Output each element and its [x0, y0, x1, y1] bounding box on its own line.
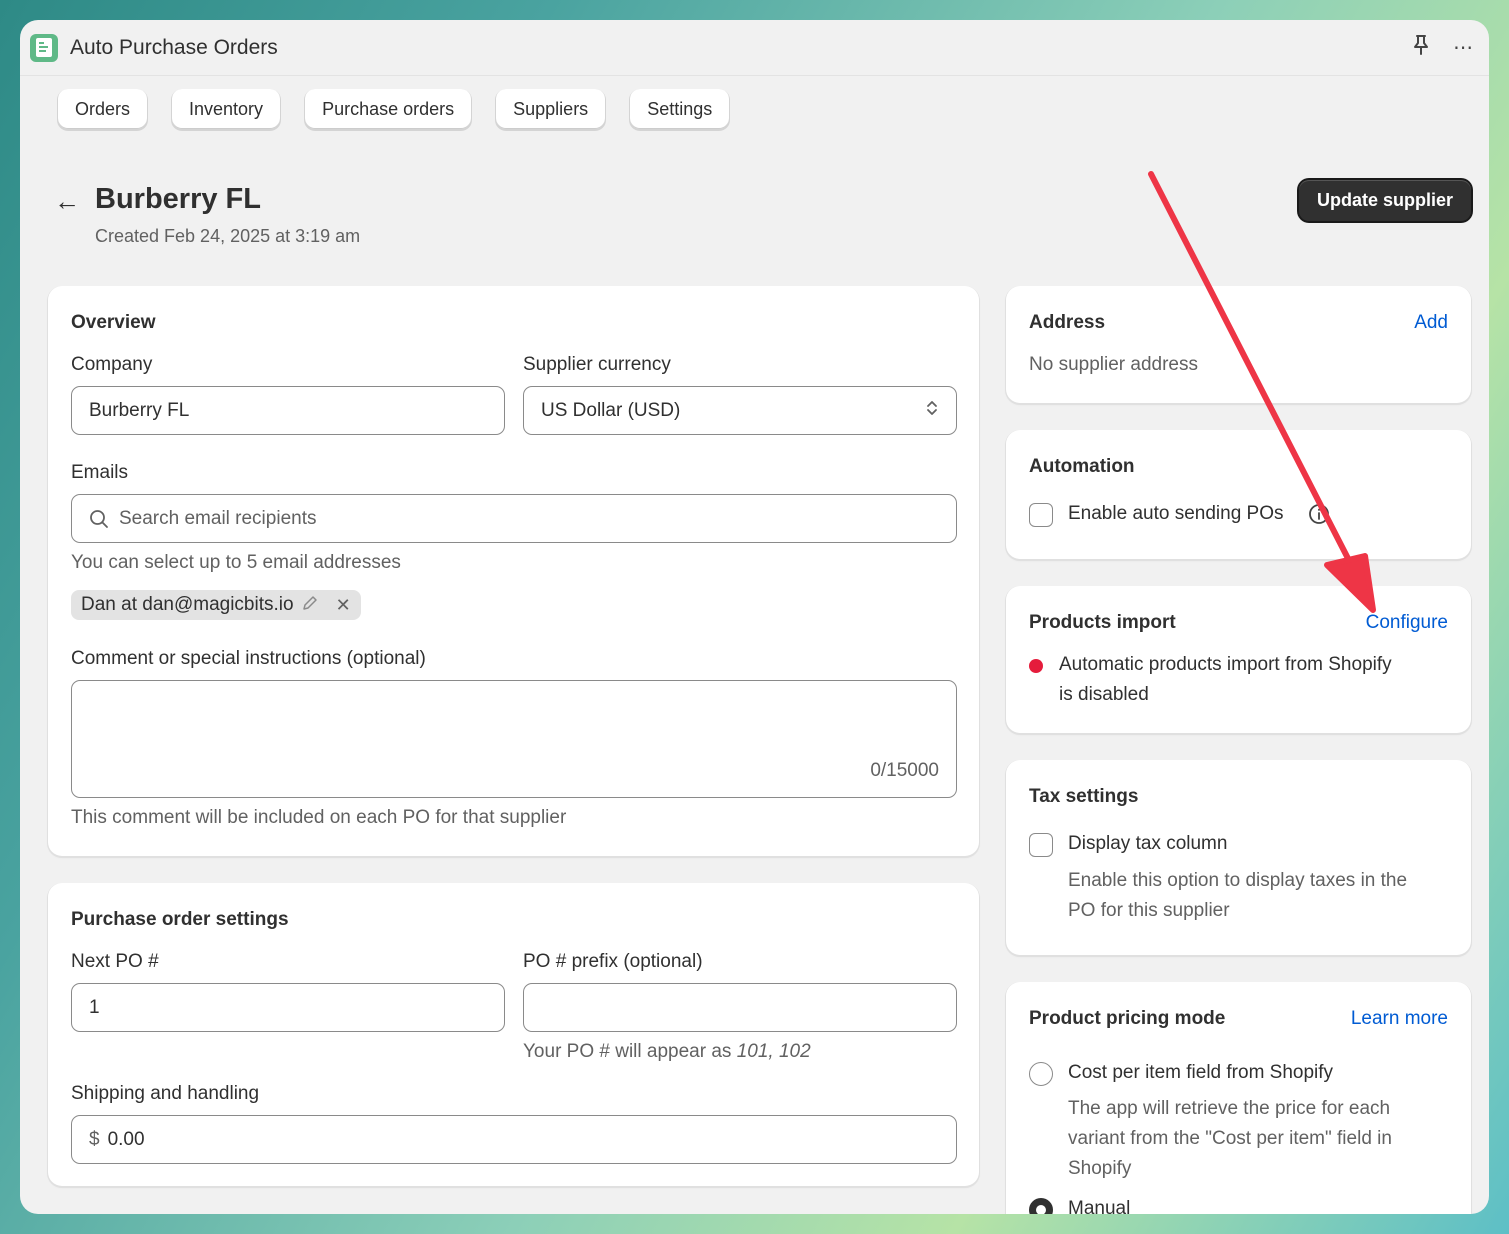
company-value: Burberry FL: [89, 399, 190, 421]
cost-per-item-label: Cost per item field from Shopify: [1068, 1062, 1334, 1083]
products-import-title: Products import: [1029, 612, 1176, 633]
shipping-label: Shipping and handling: [71, 1083, 260, 1104]
more-options-icon[interactable]: ⋯: [1453, 35, 1473, 60]
tax-help-line1: Enable this option to display taxes in t…: [1068, 870, 1408, 891]
po-settings-title: Purchase order settings: [71, 909, 289, 930]
tax-settings-card: Tax settings Display tax column Enable t…: [1006, 760, 1471, 955]
search-icon: [89, 509, 109, 529]
app-title: Auto Purchase Orders: [70, 35, 278, 59]
shipping-input[interactable]: $ 0.00: [71, 1115, 957, 1164]
email-search-placeholder: Search email recipients: [119, 507, 317, 529]
currency-symbol: $: [89, 1128, 100, 1150]
automation-title: Automation: [1029, 456, 1135, 477]
cost-per-item-help1: The app will retrieve the price for each: [1068, 1098, 1391, 1119]
import-status-line1: Automatic products import from Shopify: [1059, 654, 1392, 675]
pin-icon[interactable]: [1411, 34, 1431, 62]
overview-title: Overview: [71, 312, 156, 333]
tab-orders[interactable]: Orders: [58, 89, 148, 129]
add-address-link[interactable]: Add: [1414, 312, 1448, 334]
tax-help-line2: PO for this supplier: [1068, 900, 1230, 921]
comment-label: Comment or special instructions (optiona…: [71, 648, 426, 669]
email-search-input[interactable]: Search email recipients: [71, 494, 957, 543]
comment-textarea[interactable]: 0/15000: [71, 680, 957, 798]
update-supplier-button[interactable]: Update supplier: [1299, 180, 1471, 221]
email-chip: Dan at dan@magicbits.io ✕: [71, 590, 361, 620]
next-po-input[interactable]: 1: [71, 983, 505, 1032]
edit-pencil-icon[interactable]: [302, 595, 318, 616]
page-title: Burberry FL: [95, 183, 261, 215]
manual-label: Manual: [1068, 1198, 1131, 1214]
currency-select[interactable]: US Dollar (USD): [523, 386, 957, 435]
email-help-text: You can select up to 5 email addresses: [71, 552, 401, 573]
tab-inventory[interactable]: Inventory: [172, 89, 281, 129]
automation-card: Automation Enable auto sending POs: [1006, 430, 1471, 559]
tax-column-checkbox[interactable]: [1029, 833, 1053, 857]
po-settings-card: Purchase order settings Next PO # 1 PO #…: [48, 883, 979, 1186]
address-title: Address: [1029, 312, 1106, 333]
info-icon[interactable]: [1308, 503, 1330, 530]
comment-help-text: This comment will be included on each PO…: [71, 807, 567, 828]
cost-per-item-help3: Shopify: [1068, 1158, 1132, 1179]
tab-suppliers[interactable]: Suppliers: [496, 89, 606, 129]
manual-radio[interactable]: [1029, 1198, 1053, 1214]
email-chip-label: Dan at dan@magicbits.io: [81, 594, 294, 615]
nav-tabs: Orders Inventory Purchase orders Supplie…: [58, 89, 730, 129]
company-label: Company: [71, 354, 153, 375]
page-subtitle: Created Feb 24, 2025 at 3:19 am: [95, 226, 361, 246]
tab-settings[interactable]: Settings: [630, 89, 730, 129]
app-logo-icon: [30, 33, 58, 62]
back-arrow-icon[interactable]: ←: [54, 186, 80, 217]
company-input[interactable]: Burberry FL: [71, 386, 505, 435]
auto-send-checkbox[interactable]: [1029, 503, 1053, 527]
address-card: Address Add No supplier address: [1006, 286, 1471, 403]
emails-label: Emails: [71, 462, 129, 483]
pricing-mode-title: Product pricing mode: [1029, 1008, 1226, 1029]
next-po-value: 1: [89, 996, 100, 1018]
overview-card: Overview Company Burberry FL Supplier cu…: [48, 286, 979, 856]
po-prefix-label: PO # prefix (optional): [523, 951, 703, 972]
cost-per-item-help2: variant from the "Cost per item" field i…: [1068, 1128, 1392, 1149]
auto-send-label: Enable auto sending POs: [1068, 503, 1284, 524]
shipping-value: 0.00: [107, 1128, 145, 1150]
select-chevron-icon: [925, 398, 939, 424]
tax-settings-title: Tax settings: [1029, 786, 1139, 807]
app-window: Auto Purchase Orders ⋯ Orders Inventory …: [20, 20, 1489, 1214]
comment-counter: 0/15000: [870, 760, 939, 781]
learn-more-link[interactable]: Learn more: [1351, 1008, 1448, 1030]
currency-value: US Dollar (USD): [541, 399, 681, 421]
no-address-text: No supplier address: [1029, 354, 1198, 375]
remove-chip-icon[interactable]: ✕: [336, 595, 351, 616]
configure-link[interactable]: Configure: [1366, 612, 1448, 634]
cost-per-item-radio[interactable]: [1029, 1062, 1053, 1086]
products-import-card: Products import Configure Automatic prod…: [1006, 586, 1471, 733]
title-bar: Auto Purchase Orders ⋯: [20, 20, 1489, 76]
next-po-label: Next PO #: [71, 951, 159, 972]
pricing-mode-card: Product pricing mode Learn more Cost per…: [1006, 982, 1471, 1214]
tax-column-label: Display tax column: [1068, 833, 1228, 854]
po-prefix-help: Your PO # will appear as 101, 102: [523, 1041, 811, 1062]
po-prefix-input[interactable]: [523, 983, 957, 1032]
currency-label: Supplier currency: [523, 354, 671, 375]
tab-purchase-orders[interactable]: Purchase orders: [305, 89, 472, 129]
import-status-line2: is disabled: [1059, 684, 1149, 705]
status-dot: [1029, 659, 1043, 673]
